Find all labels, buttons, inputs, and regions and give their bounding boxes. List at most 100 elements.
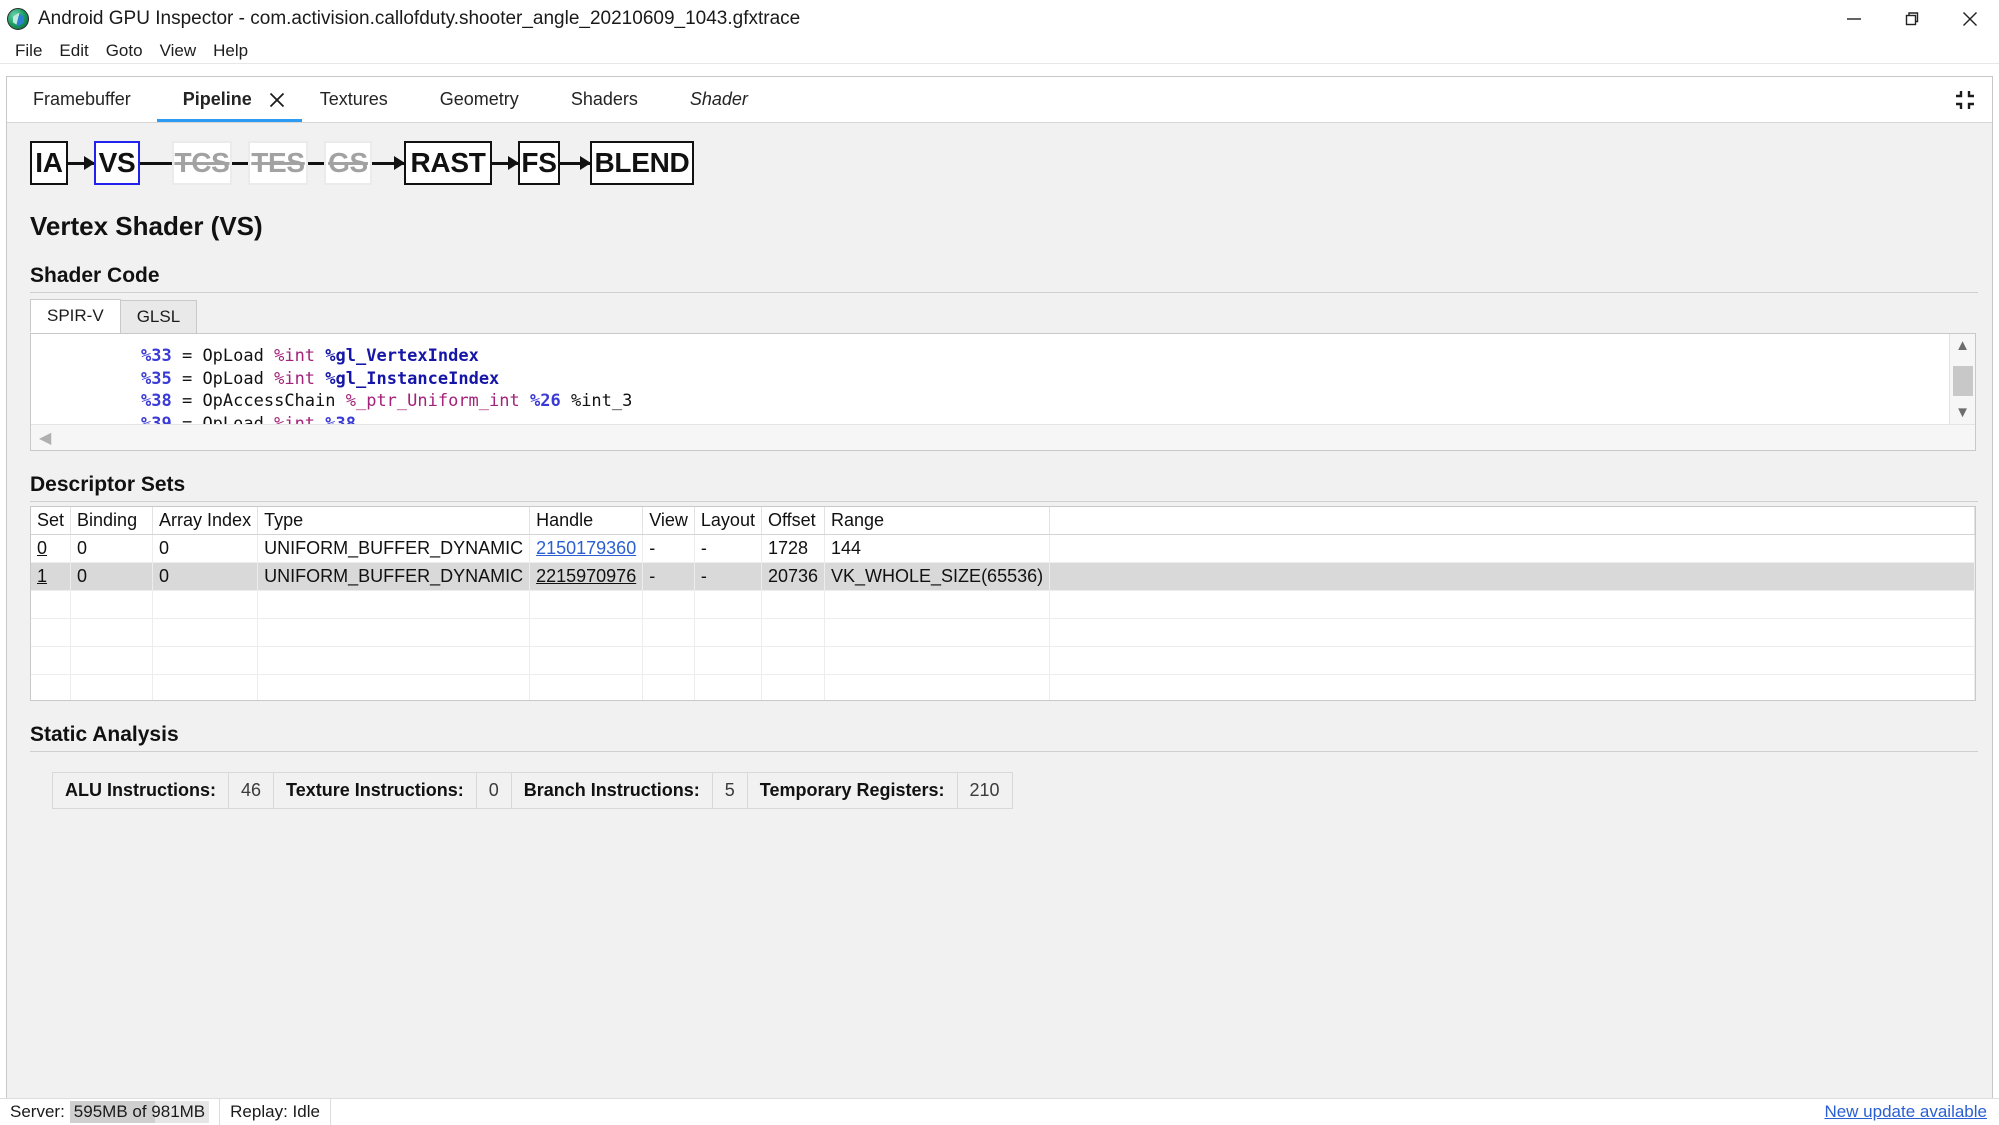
pipeline-stage-gs[interactable]: GS xyxy=(324,141,372,185)
pipeline-stage-vs[interactable]: VS xyxy=(94,141,140,185)
menu-goto[interactable]: Goto xyxy=(98,39,151,63)
shader-code-editor[interactable]: %33 = OpLoad %int %gl_VertexIndex %35 = O… xyxy=(30,333,1976,451)
pipeline-stage-ia[interactable]: IA xyxy=(30,141,68,185)
menu-view[interactable]: View xyxy=(152,39,205,63)
table-cell-empty xyxy=(70,618,154,647)
pipeline-stage-tcs[interactable]: TCS xyxy=(172,141,232,185)
static-analysis-metrics: ALU Instructions: 46 Texture Instructions:… xyxy=(52,772,1013,809)
table-cell[interactable]: 0 xyxy=(70,534,154,563)
table-cell-empty xyxy=(529,590,644,619)
chevron-down-icon[interactable]: ▼ xyxy=(1955,405,1970,420)
table-cell[interactable]: UNIFORM_BUFFER_DYNAMIC xyxy=(257,534,531,563)
tab-pipeline[interactable]: Pipeline xyxy=(156,77,302,122)
tab-shader[interactable]: Shader xyxy=(664,77,774,122)
pipeline-arrow-ia-vs xyxy=(68,156,95,170)
table-cell-empty xyxy=(31,590,72,619)
table-cell[interactable]: VK_WHOLE_SIZE(65536) xyxy=(824,562,1051,591)
table-cell-empty xyxy=(642,618,695,647)
shader-code-divider xyxy=(30,292,1978,293)
column-header[interactable]: Array Index xyxy=(152,507,259,535)
table-cell-empty xyxy=(824,618,1051,647)
table-cell[interactable]: 1 xyxy=(31,562,72,591)
table-cell-empty xyxy=(152,590,259,619)
column-header[interactable]: Binding xyxy=(70,507,154,535)
table-row-empty[interactable] xyxy=(31,646,1975,675)
metric-label: Texture Instructions: xyxy=(273,772,477,809)
table-row-empty[interactable] xyxy=(31,674,1975,700)
table-cell[interactable]: - xyxy=(642,562,695,591)
table-row[interactable]: 1 0 0 UNIFORM_BUFFER_DYNAMIC 2215970976- -207… xyxy=(31,562,1975,591)
tab-textures[interactable]: Textures xyxy=(294,77,414,122)
table-cell[interactable]: 0 xyxy=(152,562,259,591)
pipeline-stage-blend[interactable]: BLEND xyxy=(590,141,694,185)
menu-file[interactable]: File xyxy=(7,39,50,63)
table-cell-filler xyxy=(1049,534,1975,563)
table-row-empty[interactable] xyxy=(31,590,1975,619)
table-cell-empty xyxy=(31,646,72,675)
table-row[interactable]: 0 0 0 UNIFORM_BUFFER_DYNAMIC 2150179360- -172… xyxy=(31,534,1975,563)
menu-help[interactable]: Help xyxy=(205,39,256,63)
server-memory-label: 595MB of 981MB xyxy=(73,1102,206,1121)
table-cell[interactable]: 0 xyxy=(152,534,259,563)
collapse-panel-icon[interactable] xyxy=(1952,77,1978,123)
status-bar: Server: 595MB of 981MB Replay: Idle New … xyxy=(0,1098,1999,1125)
column-header[interactable]: Set xyxy=(31,507,72,535)
code-scroll-thumb[interactable] xyxy=(1953,366,1973,396)
code-line: %35 = OpLoad %int %gl_InstanceIndex xyxy=(141,368,500,389)
pipeline-diagram: IA VS TCS TES GS RAST FS BLEND xyxy=(21,125,1978,201)
column-header[interactable]: Handle xyxy=(529,507,644,535)
column-header[interactable]: Layout xyxy=(694,507,762,535)
table-cell[interactable]: UNIFORM_BUFFER_DYNAMIC xyxy=(257,562,531,591)
pipeline-line-3 xyxy=(308,161,324,165)
table-cell[interactable]: 2215970976 xyxy=(529,562,644,591)
table-cell[interactable]: 0 xyxy=(31,534,72,563)
table-cell-empty xyxy=(152,674,259,700)
code-vertical-scrollbar[interactable]: ▲ ▼ xyxy=(1949,334,1975,424)
pipeline-stage-tes[interactable]: TES xyxy=(248,141,308,185)
table-cell[interactable]: 20736 xyxy=(761,562,826,591)
table-cell-empty xyxy=(257,674,531,700)
metric-value: 46 xyxy=(228,772,275,809)
metric-label: Branch Instructions: xyxy=(510,772,713,809)
code-line: %39 = OpLoad %int %38 xyxy=(141,413,357,424)
tab-geometry[interactable]: Geometry xyxy=(414,77,545,122)
column-header[interactable]: Offset xyxy=(761,507,826,535)
server-label: Server: xyxy=(10,1102,65,1121)
new-update-link[interactable]: New update available xyxy=(1824,1102,1987,1122)
tab-framebuffer[interactable]: Framebuffer xyxy=(7,77,157,122)
close-icon[interactable] xyxy=(1941,0,1999,38)
table-cell[interactable]: - xyxy=(694,534,762,563)
code-tab-glsl[interactable]: GLSL xyxy=(119,300,198,333)
table-body: 0 0 0 UNIFORM_BUFFER_DYNAMIC 2150179360- -172… xyxy=(31,534,1975,700)
table-cell[interactable]: 144 xyxy=(824,534,1051,563)
tab-bar: Framebuffer Pipeline Textures Geometry S… xyxy=(7,77,1992,123)
table-cell[interactable]: - xyxy=(694,562,762,591)
table-cell-empty xyxy=(694,646,762,675)
chevron-left-icon[interactable]: ◀ xyxy=(39,428,51,448)
table-cell-filler xyxy=(1049,618,1975,647)
column-header[interactable]: View xyxy=(642,507,695,535)
table-cell[interactable]: 2150179360 xyxy=(529,534,644,563)
window-controls xyxy=(1825,0,1999,38)
table-cell-empty xyxy=(642,674,695,700)
table-header-row: Set Binding Array Index Type Handle View Layou… xyxy=(31,507,1975,535)
restore-icon[interactable] xyxy=(1883,0,1941,38)
pipeline-stage-fs[interactable]: FS xyxy=(518,141,560,185)
column-header[interactable]: Range xyxy=(824,507,1051,535)
code-tab-spirv[interactable]: SPIR-V xyxy=(30,299,121,333)
minimize-icon[interactable] xyxy=(1825,0,1883,38)
chevron-up-icon[interactable]: ▲ xyxy=(1955,338,1970,353)
table-cell[interactable]: 1728 xyxy=(761,534,826,563)
tab-close-icon[interactable] xyxy=(259,77,294,122)
tab-shaders[interactable]: Shaders xyxy=(545,77,664,122)
code-line: %33 = OpLoad %int %gl_VertexIndex xyxy=(141,346,479,366)
table-cell[interactable]: - xyxy=(642,534,695,563)
menu-edit[interactable]: Edit xyxy=(51,39,96,63)
code-horizontal-scrollbar[interactable]: ◀ xyxy=(31,424,1975,450)
descriptor-sets-table-container[interactable]: Set Binding Array Index Type Handle View Layou… xyxy=(30,506,1976,701)
table-row-empty[interactable] xyxy=(31,618,1975,647)
pipeline-stage-rast[interactable]: RAST xyxy=(404,141,492,185)
shader-code-listing: %33 = OpLoad %int %gl_VertexIndex %35 = O… xyxy=(31,334,1949,424)
table-cell[interactable]: 0 xyxy=(70,562,154,591)
column-header[interactable]: Type xyxy=(257,507,531,535)
